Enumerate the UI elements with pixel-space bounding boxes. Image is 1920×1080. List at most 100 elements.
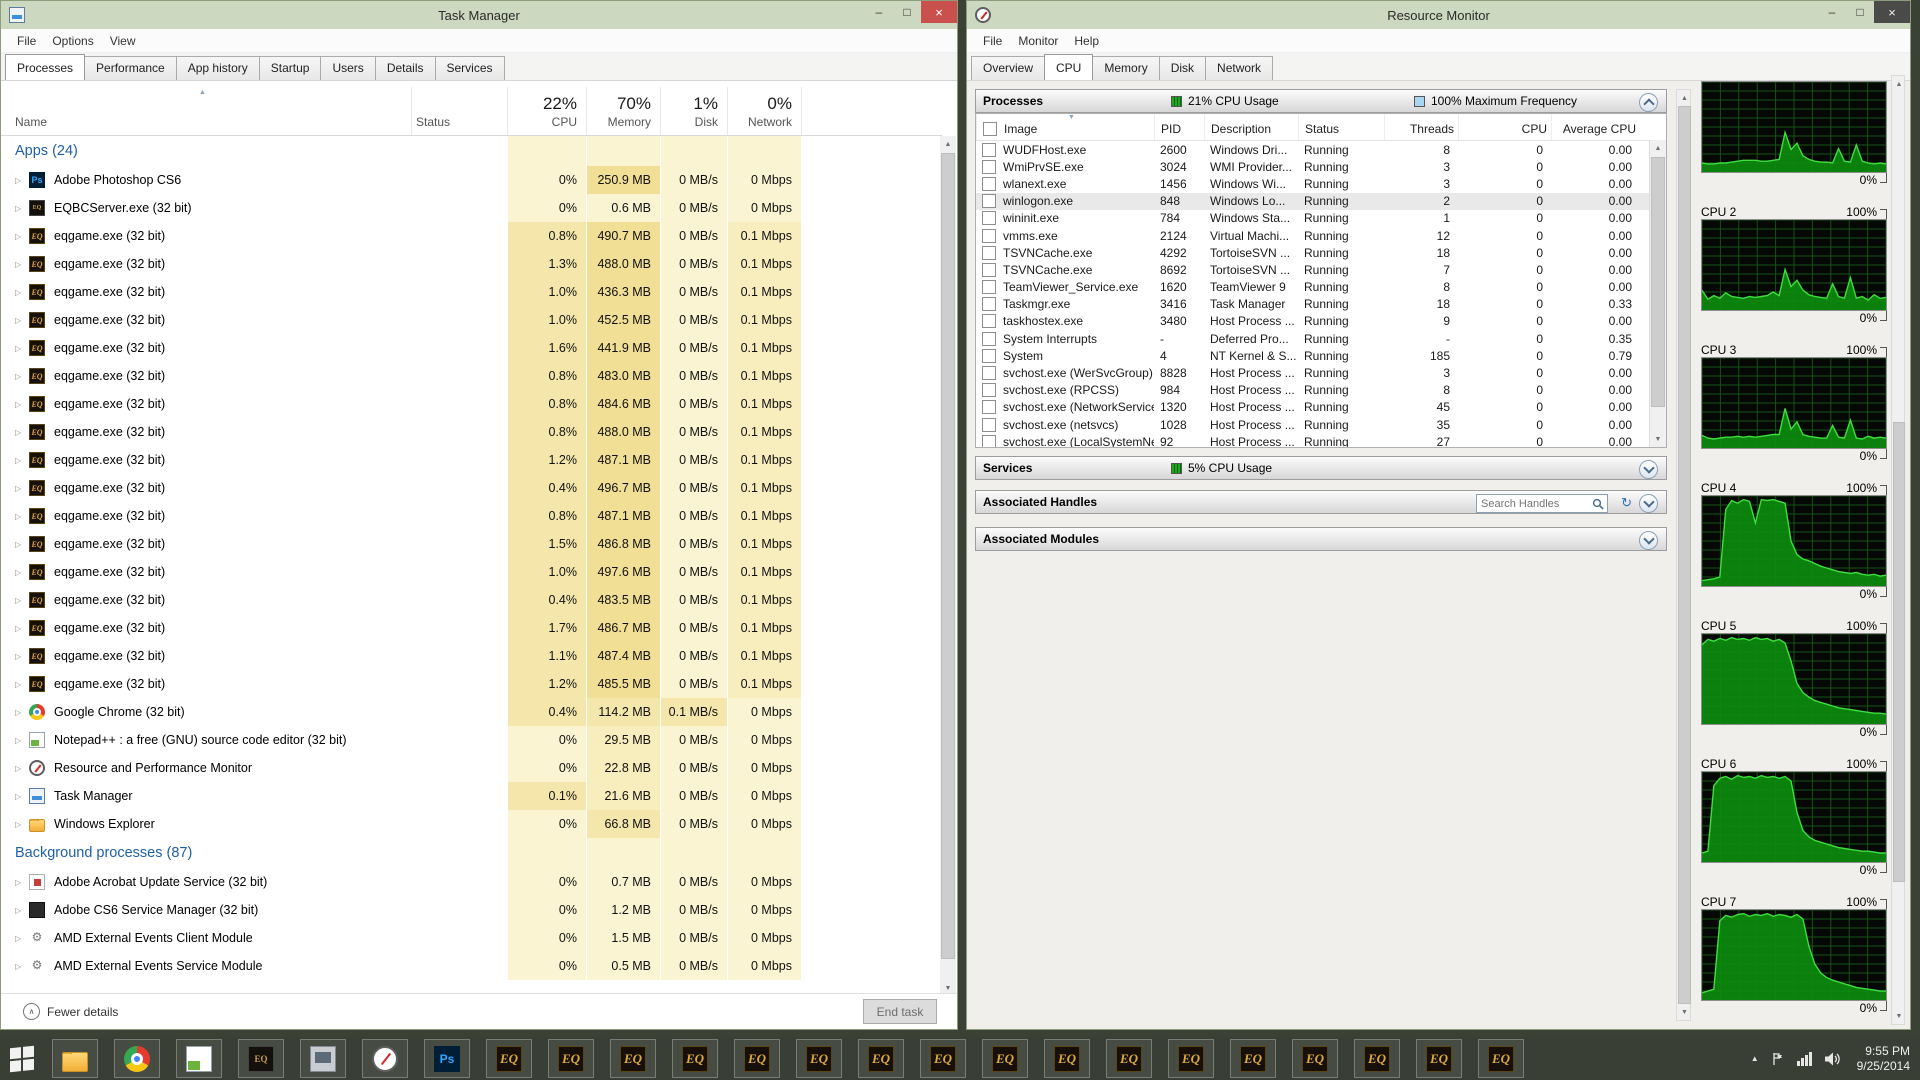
collapse-section-button[interactable] xyxy=(1639,93,1658,112)
process-row[interactable]: ▷EQeqgame.exe (32 bit)1.5%486.8 MB0 MB/s… xyxy=(1,530,942,558)
process-list-scrollbar[interactable]: ▲ ▼ xyxy=(940,136,956,996)
start-button[interactable] xyxy=(10,1046,40,1072)
end-task-button[interactable]: End task xyxy=(863,999,937,1024)
process-row[interactable]: TSVNCache.exe4292TortoiseSVN ...Running1… xyxy=(976,244,1666,261)
row-checkbox[interactable] xyxy=(982,418,996,432)
expand-caret-icon[interactable]: ▷ xyxy=(15,512,29,521)
scroll-down-arrow[interactable]: ▼ xyxy=(1677,1004,1692,1020)
process-row[interactable]: ▷EQeqgame.exe (32 bit)0.4%483.5 MB0 MB/s… xyxy=(1,586,942,614)
associated-handles-section-bar[interactable]: Associated Handles ↻ xyxy=(975,490,1667,514)
menu-file[interactable]: File xyxy=(975,31,1010,51)
process-row[interactable]: ▷Adobe CS6 Service Manager (32 bit)0%1.2… xyxy=(1,896,942,924)
expand-caret-icon[interactable]: ▷ xyxy=(15,568,29,577)
volume-speaker-icon[interactable] xyxy=(1825,1052,1841,1066)
scroll-up-arrow[interactable]: ▲ xyxy=(1650,140,1666,156)
row-checkbox[interactable] xyxy=(982,246,996,260)
tab-disk[interactable]: Disk xyxy=(1159,56,1206,80)
tab-overview[interactable]: Overview xyxy=(971,56,1045,80)
menu-monitor[interactable]: Monitor xyxy=(1010,31,1066,51)
processes-table-scrollbar[interactable]: ▲ ▼ xyxy=(1649,140,1666,447)
row-checkbox[interactable] xyxy=(982,194,996,208)
scroll-thumb[interactable] xyxy=(941,153,955,959)
column-average-cpu[interactable]: Average CPU xyxy=(1551,114,1640,140)
eqgame-taskbar-button[interactable]: EQ xyxy=(858,1039,904,1078)
expand-caret-icon[interactable]: ▷ xyxy=(15,736,29,745)
process-row[interactable]: Taskmgr.exe3416Task ManagerRunning1800.3… xyxy=(976,296,1666,313)
column-status[interactable]: Status xyxy=(416,115,450,129)
process-group-header[interactable]: Background processes (87) xyxy=(1,838,942,868)
scroll-up-arrow[interactable]: ▲ xyxy=(940,136,956,152)
expand-caret-icon[interactable]: ▷ xyxy=(15,962,29,971)
menu-help[interactable]: Help xyxy=(1066,31,1107,51)
process-row[interactable]: ▷EQeqgame.exe (32 bit)0.8%488.0 MB0 MB/s… xyxy=(1,418,942,446)
column-memory[interactable]: 70%Memory xyxy=(608,94,651,129)
select-all-checkbox[interactable] xyxy=(983,122,997,136)
expand-caret-icon[interactable]: ▷ xyxy=(15,372,29,381)
services-section-bar[interactable]: Services 5% CPU Usage xyxy=(975,456,1667,480)
expand-caret-icon[interactable]: ▷ xyxy=(15,456,29,465)
eqgame-taskbar-button[interactable]: EQ xyxy=(486,1039,532,1078)
chrome-taskbar-button[interactable] xyxy=(114,1039,160,1078)
scroll-up-arrow[interactable]: ▲ xyxy=(1677,90,1692,106)
row-checkbox[interactable] xyxy=(982,314,996,328)
process-row[interactable]: System Interrupts-Deferred Pro...Running… xyxy=(976,330,1666,347)
expand-caret-icon[interactable]: ▷ xyxy=(15,764,29,773)
expand-caret-icon[interactable]: ▷ xyxy=(15,820,29,829)
refresh-icon[interactable]: ↻ xyxy=(1621,495,1632,511)
expand-caret-icon[interactable]: ▷ xyxy=(15,680,29,689)
column-network[interactable]: 0%Network xyxy=(748,94,792,129)
eqgame-taskbar-button[interactable]: EQ xyxy=(920,1039,966,1078)
search-icon[interactable] xyxy=(1592,498,1604,510)
menu-options[interactable]: Options xyxy=(44,31,101,51)
eqgame-taskbar-button[interactable]: EQ xyxy=(1106,1039,1152,1078)
tab-processes[interactable]: Processes xyxy=(5,54,85,80)
process-group-header[interactable]: Apps (24) xyxy=(1,136,942,166)
process-row[interactable]: ▷EQeqgame.exe (32 bit)1.0%436.3 MB0 MB/s… xyxy=(1,278,942,306)
column-image[interactable]: Image xyxy=(976,114,1154,140)
process-row[interactable]: wlanext.exe1456Windows Wi...Running300.0… xyxy=(976,175,1666,192)
process-row[interactable]: ▷EQeqgame.exe (32 bit)0.4%496.7 MB0 MB/s… xyxy=(1,474,942,502)
expand-caret-icon[interactable]: ▷ xyxy=(15,596,29,605)
eqgame-taskbar-button[interactable]: EQ xyxy=(1354,1039,1400,1078)
expand-caret-icon[interactable]: ▷ xyxy=(15,344,29,353)
expand-section-button[interactable] xyxy=(1639,460,1658,479)
eqgame-taskbar-button[interactable]: EQ xyxy=(1230,1039,1276,1078)
minimize-button[interactable]: – xyxy=(865,1,893,23)
photoshop-taskbar-button[interactable]: Ps xyxy=(424,1039,470,1078)
process-row[interactable]: taskhostex.exe3480Host Process ...Runnin… xyxy=(976,313,1666,330)
search-handles-input[interactable] xyxy=(1477,498,1592,510)
process-row[interactable]: ▷EQeqgame.exe (32 bit)1.3%488.0 MB0 MB/s… xyxy=(1,250,942,278)
close-button[interactable]: × xyxy=(1874,1,1910,23)
process-row[interactable]: ▷EQeqgame.exe (32 bit)1.7%486.7 MB0 MB/s… xyxy=(1,614,942,642)
eqgame-taskbar-button[interactable]: EQ xyxy=(1478,1039,1524,1078)
tab-performance[interactable]: Performance xyxy=(84,56,177,80)
process-row[interactable]: ▷Windows Explorer0%66.8 MB0 MB/s0 Mbps xyxy=(1,810,942,838)
process-row[interactable]: ▷Task Manager0.1%21.6 MB0 MB/s0 Mbps xyxy=(1,782,942,810)
menu-view[interactable]: View xyxy=(102,31,144,51)
scroll-thumb[interactable] xyxy=(1678,106,1691,1004)
process-row[interactable]: wininit.exe784Windows Sta...Running100.0… xyxy=(976,210,1666,227)
column-threads[interactable]: Threads xyxy=(1384,114,1458,140)
row-checkbox[interactable] xyxy=(982,383,996,397)
scroll-thumb[interactable] xyxy=(1893,422,1905,882)
remote-app-taskbar-button[interactable] xyxy=(300,1039,346,1078)
row-checkbox[interactable] xyxy=(982,400,996,414)
row-checkbox[interactable] xyxy=(982,332,996,346)
file-explorer-taskbar-button[interactable] xyxy=(52,1039,98,1078)
tab-services[interactable]: Services xyxy=(435,56,505,80)
process-row[interactable]: vmms.exe2124Virtual Machi...Running1200.… xyxy=(976,227,1666,244)
scroll-thumb[interactable] xyxy=(1651,157,1665,407)
resource-monitor-titlebar[interactable]: Resource Monitor – □ × xyxy=(967,1,1910,29)
expand-caret-icon[interactable]: ▷ xyxy=(15,652,29,661)
eqgame-taskbar-button[interactable]: EQ xyxy=(548,1039,594,1078)
expand-section-button[interactable] xyxy=(1639,531,1658,550)
eqgame-taskbar-button[interactable]: EQ xyxy=(796,1039,842,1078)
process-row[interactable]: ▷EQeqgame.exe (32 bit)1.2%485.5 MB0 MB/s… xyxy=(1,670,942,698)
scroll-down-arrow[interactable]: ▼ xyxy=(1650,431,1666,447)
minimize-button[interactable]: – xyxy=(1818,1,1846,23)
expand-caret-icon[interactable]: ▷ xyxy=(15,176,29,185)
tab-memory[interactable]: Memory xyxy=(1092,56,1159,80)
notepad-plus-plus-taskbar-button[interactable] xyxy=(176,1039,222,1078)
expand-caret-icon[interactable]: ▷ xyxy=(15,316,29,325)
row-checkbox[interactable] xyxy=(982,349,996,363)
